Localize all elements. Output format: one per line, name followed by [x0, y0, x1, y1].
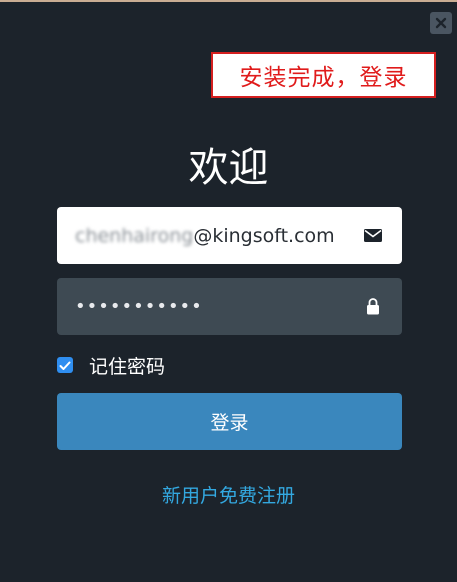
remember-password-row: 记住密码 — [57, 352, 165, 378]
annotation-callout: 安装完成，登录 — [211, 52, 436, 98]
login-window: 安装完成，登录 欢迎 chenhairong@kingsoft.com ••••… — [0, 0, 457, 582]
email-username-blurred: chenhairong — [75, 224, 194, 247]
checkmark-icon — [59, 354, 71, 376]
close-icon — [435, 14, 447, 33]
email-value: chenhairong@kingsoft.com — [75, 225, 362, 247]
remember-password-label: 记住密码 — [89, 355, 166, 378]
register-link[interactable]: 新用户免费注册 — [0, 481, 457, 508]
lock-icon — [362, 298, 384, 315]
remember-password-checkbox[interactable] — [57, 357, 73, 373]
welcome-title: 欢迎 — [188, 145, 269, 191]
login-button[interactable]: 登录 — [57, 393, 402, 450]
close-button[interactable] — [430, 12, 452, 34]
window-top-strip — [0, 0, 457, 2]
email-field[interactable]: chenhairong@kingsoft.com — [57, 207, 402, 264]
envelope-icon — [362, 229, 384, 242]
password-field[interactable]: ••••••••••• — [57, 278, 402, 335]
email-domain: @kingsoft.com — [193, 224, 335, 247]
password-value: ••••••••••• — [75, 296, 203, 317]
